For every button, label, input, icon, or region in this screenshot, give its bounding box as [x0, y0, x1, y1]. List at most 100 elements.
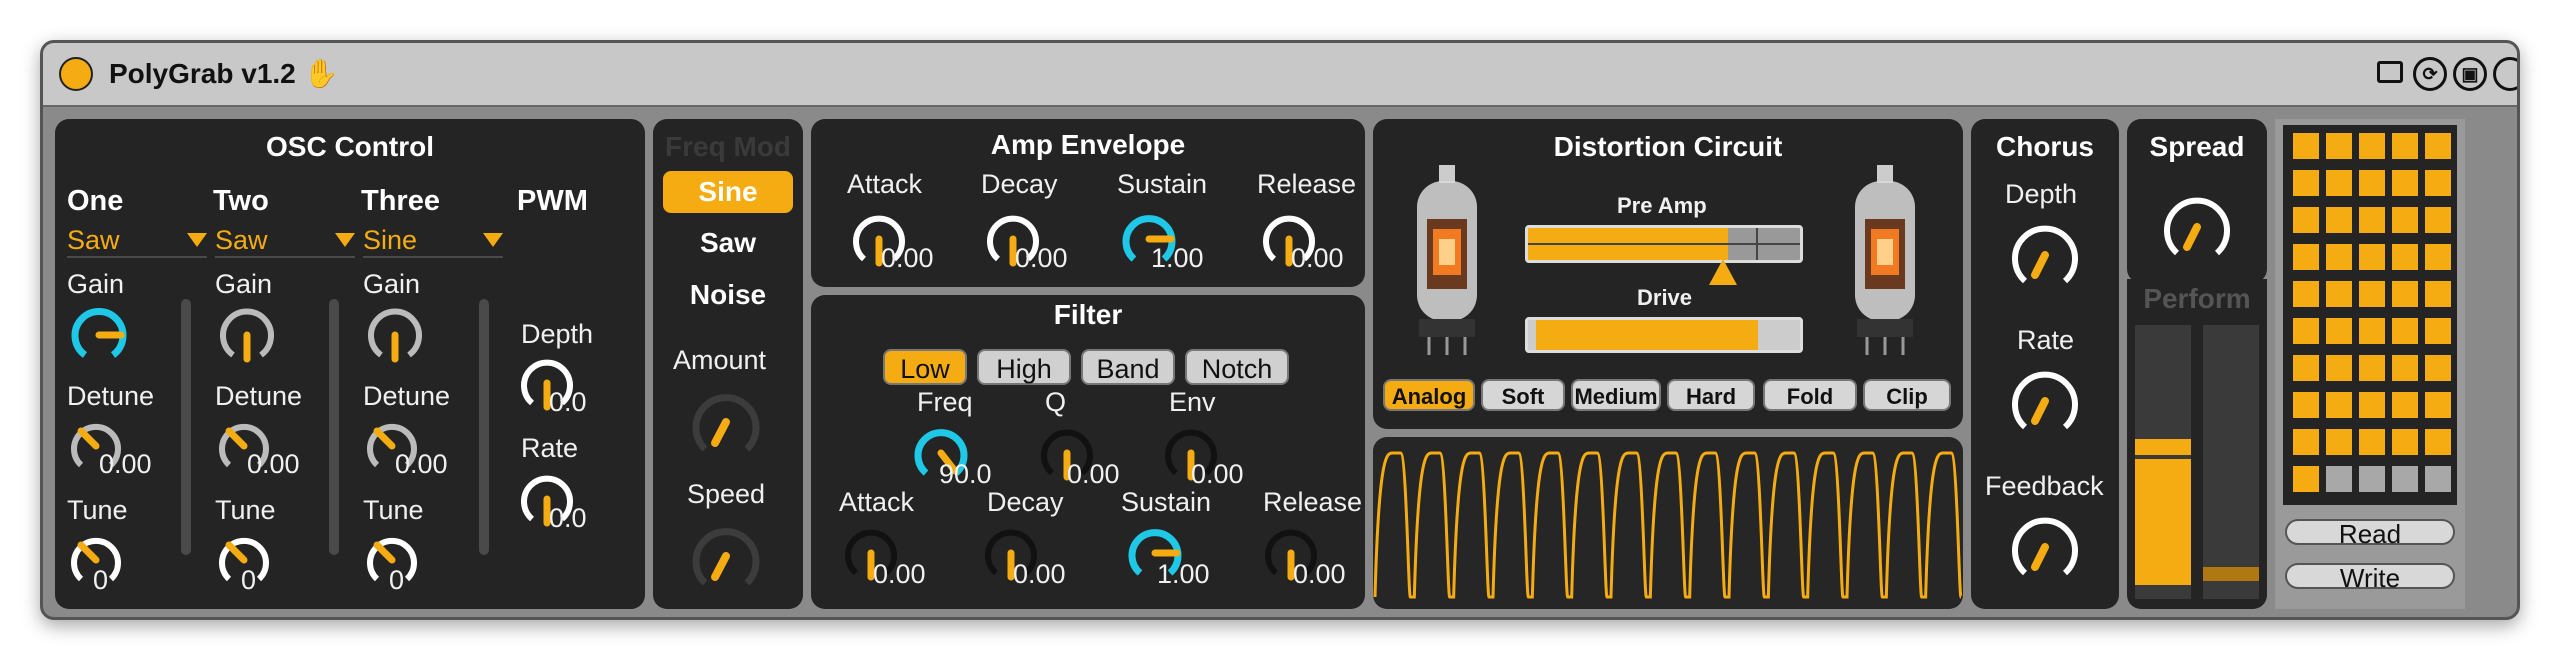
filter-type-high[interactable]: High	[977, 349, 1071, 385]
grid-cell[interactable]	[2392, 133, 2418, 159]
grid-cell[interactable]	[2392, 466, 2418, 492]
filter-type-band[interactable]: Band	[1081, 349, 1175, 385]
grid-cell[interactable]	[2359, 355, 2385, 381]
osc-three-wave-select[interactable]: Sine	[363, 225, 503, 258]
grid-cell[interactable]	[2425, 429, 2451, 455]
grid-cell[interactable]	[2359, 429, 2385, 455]
power-button[interactable]	[59, 57, 93, 91]
osc-three-gain-knob[interactable]	[363, 303, 427, 367]
grid-cell[interactable]	[2359, 207, 2385, 233]
grid-cell[interactable]	[2326, 392, 2352, 418]
save-preset-icon[interactable]	[2377, 61, 2403, 83]
chorus-rate-label: Rate	[2017, 325, 2075, 355]
grid-cell[interactable]	[2392, 207, 2418, 233]
grid-cell[interactable]	[2392, 244, 2418, 270]
grid-cell[interactable]	[2293, 244, 2319, 270]
grid-cell[interactable]	[2392, 318, 2418, 344]
grid-cell[interactable]	[2326, 318, 2352, 344]
reset-icon[interactable]: ⟳	[2413, 57, 2447, 91]
grid-cell[interactable]	[2326, 281, 2352, 307]
grid-cell[interactable]	[2326, 170, 2352, 196]
freq-mod-tab-saw[interactable]: Saw	[663, 223, 793, 263]
freq-mod-tab-noise[interactable]: Noise	[663, 275, 793, 315]
osc-one-detune-value: 0.00	[99, 449, 152, 479]
grid-cell[interactable]	[2359, 281, 2385, 307]
drive-meter-fill	[1536, 320, 1758, 350]
grid-cell[interactable]	[2359, 133, 2385, 159]
osc-one-gain-knob[interactable]	[67, 303, 131, 367]
grid-cell[interactable]	[2392, 170, 2418, 196]
grid-cell[interactable]	[2425, 170, 2451, 196]
grid-cell[interactable]	[2359, 318, 2385, 344]
read-button[interactable]: Read	[2285, 519, 2455, 547]
perform-panel: Perform	[2127, 279, 2267, 609]
grid-cell[interactable]	[2293, 170, 2319, 196]
grid-cell[interactable]	[2425, 355, 2451, 381]
grid-cell[interactable]	[2326, 355, 2352, 381]
grid-cell[interactable]	[2326, 133, 2352, 159]
freq-mod-speed-knob[interactable]	[687, 517, 765, 595]
chorus-depth-knob[interactable]	[2007, 217, 2083, 293]
dist-mode-analog[interactable]: Analog	[1383, 379, 1475, 411]
grid-cell[interactable]	[2359, 392, 2385, 418]
grid-cell[interactable]	[2293, 429, 2319, 455]
grid-cell[interactable]	[2293, 133, 2319, 159]
osc-one-wave-select[interactable]: Saw	[67, 225, 207, 258]
perform-slider-right[interactable]	[2203, 325, 2259, 599]
dist-mode-soft[interactable]: Soft	[1481, 379, 1565, 411]
grid-cell[interactable]	[2293, 466, 2319, 492]
grid-cell[interactable]	[2359, 244, 2385, 270]
grid-cell[interactable]	[2425, 133, 2451, 159]
disk-icon[interactable]: ▣	[2453, 57, 2487, 91]
osc-fader-three[interactable]	[479, 299, 489, 555]
grid-cell[interactable]	[2326, 429, 2352, 455]
freq-mod-speed-label: Speed	[687, 479, 766, 509]
grid-cell[interactable]	[2425, 318, 2451, 344]
grid-cell[interactable]	[2425, 392, 2451, 418]
freq-mod-amount-knob[interactable]	[687, 383, 765, 461]
freq-mod-tab-sine[interactable]: Sine	[663, 171, 793, 213]
perform-slider-left[interactable]	[2135, 325, 2191, 599]
spread-knob[interactable]	[2159, 189, 2235, 265]
grid-cell[interactable]	[2425, 207, 2451, 233]
grid-cell[interactable]	[2359, 466, 2385, 492]
grid-cell[interactable]	[2359, 170, 2385, 196]
chorus-feedback-knob[interactable]	[2007, 509, 2083, 585]
osc-two-wave-select[interactable]: Saw	[215, 225, 355, 258]
dist-mode-clip[interactable]: Clip	[1863, 379, 1951, 411]
dist-mode-medium[interactable]: Medium	[1571, 379, 1661, 411]
grid-cell[interactable]	[2425, 281, 2451, 307]
grid-cell[interactable]	[2425, 466, 2451, 492]
waveform-display	[1373, 437, 1963, 609]
grid-cell[interactable]	[2293, 318, 2319, 344]
osc-fader-two[interactable]	[329, 299, 339, 555]
grid-cell[interactable]	[2293, 281, 2319, 307]
extra-icon[interactable]	[2493, 57, 2517, 91]
drive-meter[interactable]	[1525, 317, 1803, 353]
preamp-pointer[interactable]	[1709, 259, 1737, 285]
preamp-meter[interactable]	[1525, 225, 1803, 263]
osc-fader-one[interactable]	[181, 299, 191, 555]
grid-cell[interactable]	[2425, 244, 2451, 270]
grid-cell[interactable]	[2293, 355, 2319, 381]
amp-sustain-label: Sustain	[1117, 169, 1208, 199]
grid-cell[interactable]	[2392, 429, 2418, 455]
filter-type-low[interactable]: Low	[883, 349, 967, 385]
grid-cell[interactable]	[2326, 207, 2352, 233]
osc-two-gain-knob[interactable]	[215, 303, 279, 367]
grid-cell[interactable]	[2293, 392, 2319, 418]
dist-mode-fold[interactable]: Fold	[1763, 379, 1857, 411]
grid-cell[interactable]	[2326, 466, 2352, 492]
pwm-rate-label: Rate	[521, 433, 579, 463]
grid-cell[interactable]	[2392, 392, 2418, 418]
chorus-rate-knob[interactable]	[2007, 363, 2083, 439]
grid-cell[interactable]	[2392, 281, 2418, 307]
filter-type-notch[interactable]: Notch	[1185, 349, 1289, 385]
grid-cell[interactable]	[2293, 207, 2319, 233]
grid-cell[interactable]	[2392, 355, 2418, 381]
pwm-depth-label: Depth	[521, 319, 594, 349]
dist-mode-hard[interactable]: Hard	[1667, 379, 1755, 411]
write-button[interactable]: Write	[2285, 563, 2455, 591]
grid-cell[interactable]	[2326, 244, 2352, 270]
distortion-panel: Distortion Circuit Pre Amp Drive Analog …	[1373, 119, 1963, 429]
